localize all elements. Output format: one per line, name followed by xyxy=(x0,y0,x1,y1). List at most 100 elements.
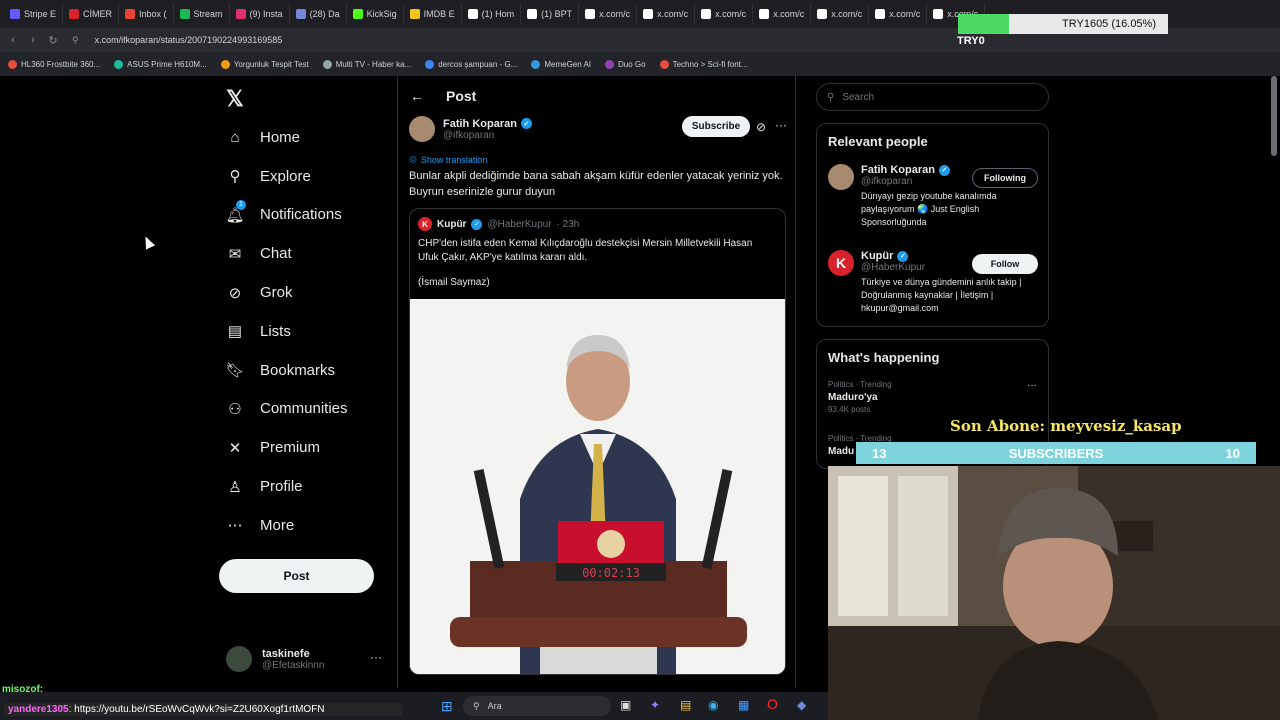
quote-image[interactable]: 00:02:13 xyxy=(410,299,785,674)
verified-icon: ✓ xyxy=(897,250,909,262)
nav-item-premium[interactable]: ✕ Premium xyxy=(226,428,348,467)
browser-tab[interactable]: x.com/c xyxy=(811,3,870,25)
notification-badge: 1 xyxy=(236,199,246,210)
discord-icon[interactable]: ◆ xyxy=(797,698,806,712)
bookmarks-bar: HL360 Frostbite 360... ASUS Prime H610M..… xyxy=(0,52,1280,76)
author-handle[interactable]: @ifkoparan xyxy=(443,130,532,141)
chat-message: yandere1305: https://youtu.be/rSEoWvCqWv… xyxy=(4,703,402,716)
follow-button[interactable]: Follow xyxy=(972,254,1038,274)
browser-tab[interactable]: (1) Hom xyxy=(462,3,522,25)
bookmark-item[interactable]: HL360 Frostbite 360... xyxy=(8,59,100,69)
verified-icon: ✓ xyxy=(938,164,950,176)
nav-item-profile[interactable]: ♙ Profile xyxy=(226,467,348,506)
url-text[interactable]: x.com/ifkoparan/status/20071902249931695… xyxy=(95,35,283,45)
following-button[interactable]: Following xyxy=(972,168,1038,188)
browser-tab[interactable]: x.com/c xyxy=(753,3,812,25)
browser-tab[interactable]: (9) Insta xyxy=(230,3,290,25)
browser-tab[interactable]: KickSig xyxy=(347,3,404,25)
avatar[interactable] xyxy=(828,164,854,190)
nav-item-explore[interactable]: ⚲ Explore xyxy=(226,157,348,196)
windows-start-icon[interactable]: ⊞ xyxy=(441,698,453,715)
subscribe-button[interactable]: Subscribe xyxy=(682,116,750,137)
person-name[interactable]: Fatih Koparan xyxy=(861,164,935,176)
person-bio: Türkiye ve dünya gündemini anlık takip |… xyxy=(861,277,1022,313)
nav-item-communities[interactable]: ⚇ Communities xyxy=(226,390,347,429)
person-icon: ♙ xyxy=(228,478,242,496)
task-view-icon[interactable]: ▣ xyxy=(620,698,631,712)
author-avatar[interactable] xyxy=(409,116,435,142)
reload-icon[interactable]: ↻ xyxy=(46,34,60,47)
browser-tab[interactable]: x.com/c xyxy=(869,3,928,25)
quote-text: CHP'den istifa eden Kemal Kılıçdaroğlu d… xyxy=(418,238,753,263)
show-translation[interactable]: ◎ Show translation xyxy=(409,154,487,165)
account-switcher[interactable]: taskinefe @Efetaskinnn xyxy=(226,642,386,676)
nav-item-grok[interactable]: ⊘ Grok xyxy=(226,273,348,312)
browser-tab[interactable]: x.com/c xyxy=(637,3,696,25)
nav-item-notifications[interactable]: 🔔︎ 1 Notifications xyxy=(225,196,348,235)
opera-icon[interactable]: O xyxy=(767,696,778,712)
taskbar-search[interactable]: ⚲ Ara xyxy=(463,696,611,716)
browser-tab[interactable]: CİMER xyxy=(63,3,120,25)
translate-label: Show translation xyxy=(420,154,488,165)
post-author[interactable]: Fatih Koparan ✓ @ifkoparan xyxy=(409,116,532,142)
nav-item-home[interactable]: ⌂ Home xyxy=(226,118,348,157)
grok-icon[interactable]: ⊘ xyxy=(756,120,766,134)
browser-tab[interactable]: Stripe E xyxy=(4,3,64,25)
bookmark-label: MemeGen AI xyxy=(544,59,592,69)
nav-item-bookmarks[interactable]: 🔖︎ Bookmarks xyxy=(225,351,348,390)
trend-item[interactable]: Politics · Trending Maduro'ya 93.4K post… xyxy=(828,380,892,414)
bookmark-item[interactable]: Yorgunluk Tespit Test xyxy=(220,59,309,69)
forward-icon[interactable]: › xyxy=(26,34,40,46)
browser-tab[interactable]: (1) BPT xyxy=(521,3,580,25)
nav-label: Premium xyxy=(260,439,321,457)
site-info-icon[interactable]: ⚲ xyxy=(72,35,79,46)
bookmark-item[interactable]: dercos şampuan - G... xyxy=(425,59,517,69)
tab-favicon-icon xyxy=(235,9,246,19)
bookmark-item[interactable]: ASUS Prime H610M... xyxy=(114,59,207,69)
tab-label: (1) Hom xyxy=(481,9,515,19)
browser-tab[interactable]: x.com/c xyxy=(579,3,638,25)
back-icon[interactable]: ‹ xyxy=(6,34,20,46)
tab-favicon-icon xyxy=(179,9,190,19)
browser-tab[interactable]: x.com/c xyxy=(695,3,754,25)
account-more-icon[interactable]: ··· xyxy=(370,650,382,664)
kupur-logo-icon[interactable]: K xyxy=(828,250,854,276)
bookmark-favicon-icon xyxy=(605,59,615,69)
mouse-cursor-icon xyxy=(140,234,156,250)
quoted-post[interactable]: K Kupür ✓ @HaberKupur · 23h CHP'den isti… xyxy=(409,208,786,675)
tab-label: KickSig xyxy=(366,9,397,19)
edge-icon[interactable]: ◉ xyxy=(708,698,718,712)
author-name[interactable]: Fatih Koparan xyxy=(443,118,517,130)
bookmark-item[interactable]: Techno > Sci-fi font... xyxy=(659,59,748,69)
trend-category: Politics · Trending xyxy=(828,380,892,389)
browser-tab[interactable]: Stream xyxy=(174,3,230,25)
nav-item-more[interactable]: ⋯ More xyxy=(226,506,348,545)
x-logo-icon[interactable]: 𝕏 xyxy=(226,86,244,112)
trend-more-icon[interactable]: ··· xyxy=(1027,380,1037,391)
bookmark-item[interactable]: MemeGen AI xyxy=(531,59,592,69)
bookmark-item[interactable]: Duo Go xyxy=(605,59,646,69)
nav-label: Home xyxy=(260,128,301,146)
post-button[interactable]: Post xyxy=(219,559,374,593)
nav-item-lists[interactable]: ▤ Lists xyxy=(226,312,348,351)
scrollbar[interactable] xyxy=(1271,76,1277,156)
file-explorer-icon[interactable]: ▤ xyxy=(680,698,691,712)
tab-favicon-icon xyxy=(701,9,712,19)
relevant-people-panel: Relevant people Fatih Koparan ✓ @ifkopar… xyxy=(816,123,1049,327)
store-icon[interactable]: ▦ xyxy=(738,698,749,712)
back-arrow-icon[interactable]: ← xyxy=(410,88,424,104)
browser-tab[interactable]: IMDB E xyxy=(404,3,462,25)
search-input[interactable]: ⚲ Search xyxy=(816,83,1049,111)
browser-tab[interactable]: Inbox ( xyxy=(119,3,174,25)
nav-item-chat[interactable]: ✉ Chat xyxy=(226,234,348,273)
copilot-icon[interactable]: ✦ xyxy=(650,698,660,712)
home-icon: ⌂ xyxy=(230,128,240,146)
bookmark-favicon-icon xyxy=(531,59,541,69)
browser-tab[interactable]: (28) Da xyxy=(290,3,347,25)
bookmark-item[interactable]: Multi TV - Haber ka... xyxy=(322,59,411,69)
nav-label: Bookmarks xyxy=(260,361,336,379)
bookmark-favicon-icon xyxy=(425,59,435,69)
more-icon[interactable]: ··· xyxy=(775,118,787,132)
people-icon: ⚇ xyxy=(228,400,242,418)
person-name[interactable]: Kupür xyxy=(861,250,893,262)
